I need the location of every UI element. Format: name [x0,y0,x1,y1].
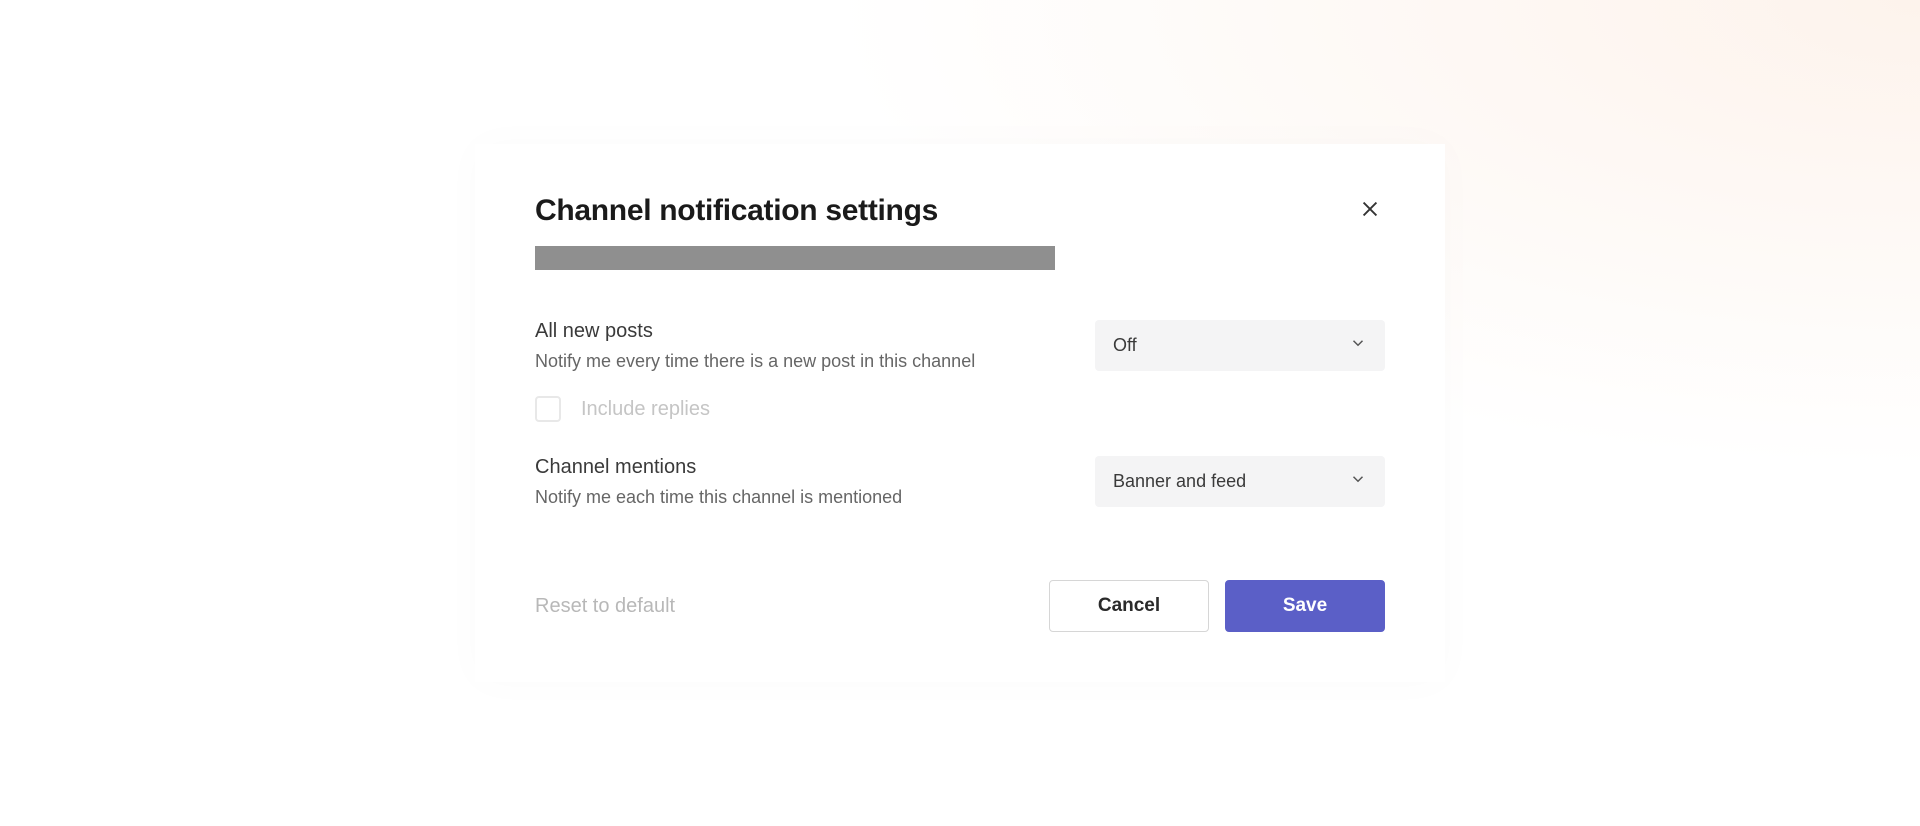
setting-label: All new posts [535,320,1055,343]
setting-text: All new posts Notify me every time there… [535,320,1095,374]
cancel-button[interactable]: Cancel [1049,580,1209,632]
footer-buttons: Cancel Save [1049,580,1385,632]
channel-mentions-dropdown[interactable]: Banner and feed [1095,456,1385,507]
reset-to-default-link[interactable]: Reset to default [535,595,675,618]
dropdown-value: Banner and feed [1113,471,1246,492]
setting-channel-mentions: Channel mentions Notify me each time thi… [535,456,1385,510]
include-replies-row: Include replies [535,396,1385,422]
setting-label: Channel mentions [535,456,1055,479]
include-replies-label: Include replies [581,398,710,421]
dialog-footer: Reset to default Cancel Save [535,580,1385,632]
notification-settings-dialog: Channel notification settings All new po… [475,144,1445,682]
subtitle-placeholder [535,246,1055,270]
close-icon [1359,198,1381,223]
setting-description: Notify me every time there is a new post… [535,349,1055,374]
all-new-posts-dropdown[interactable]: Off [1095,320,1385,371]
setting-text: Channel mentions Notify me each time thi… [535,456,1095,510]
dialog-header: Channel notification settings [535,194,1385,228]
include-replies-checkbox[interactable] [535,396,561,422]
dropdown-value: Off [1113,335,1137,356]
save-button[interactable]: Save [1225,580,1385,632]
chevron-down-icon [1349,470,1367,493]
dialog-title: Channel notification settings [535,194,938,228]
setting-description: Notify me each time this channel is ment… [535,485,1055,510]
chevron-down-icon [1349,334,1367,357]
close-button[interactable] [1355,194,1385,227]
setting-all-new-posts: All new posts Notify me every time there… [535,320,1385,374]
